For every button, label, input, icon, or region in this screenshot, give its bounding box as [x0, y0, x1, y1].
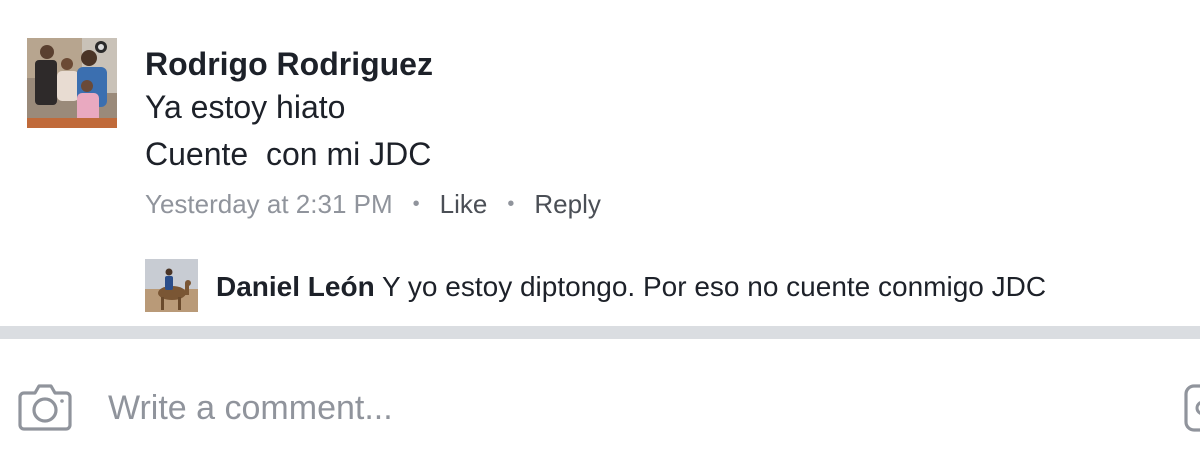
camel-rider-avatar-icon: [145, 259, 198, 312]
comment-timestamp[interactable]: Yesterday at 2:31 PM: [145, 186, 393, 222]
reply-content: Daniel León Y yo estoy diptongo. Por eso…: [216, 268, 1046, 306]
sticker-icon[interactable]: [1183, 383, 1200, 433]
comment-input[interactable]: [108, 384, 1148, 432]
comment-content: Rodrigo Rodriguez Ya estoy hiato Cuente …: [145, 44, 433, 178]
comment-thread: Rodrigo Rodriguez Ya estoy hiato Cuente …: [0, 0, 1200, 463]
meta-separator: •: [507, 193, 515, 215]
reply-button[interactable]: Reply: [534, 186, 600, 222]
reply-author-avatar[interactable]: [145, 259, 198, 312]
reply-text: Y yo estoy diptongo. Por eso no cuente c…: [381, 271, 1047, 302]
commenter-avatar[interactable]: [27, 38, 117, 128]
comment-text-line: Cuente con mi JDC: [145, 136, 432, 172]
comment-meta: Yesterday at 2:31 PM • Like • Reply: [145, 186, 601, 222]
like-button[interactable]: Like: [440, 186, 488, 222]
section-divider: [0, 326, 1200, 339]
camera-icon[interactable]: [18, 381, 72, 431]
meta-separator: •: [412, 193, 420, 215]
reply-author[interactable]: Daniel León: [216, 271, 375, 302]
comment-text-line: Ya estoy hiato: [145, 89, 346, 125]
family-photo-avatar-icon: [27, 38, 117, 128]
comment-author[interactable]: Rodrigo Rodriguez: [145, 44, 433, 84]
